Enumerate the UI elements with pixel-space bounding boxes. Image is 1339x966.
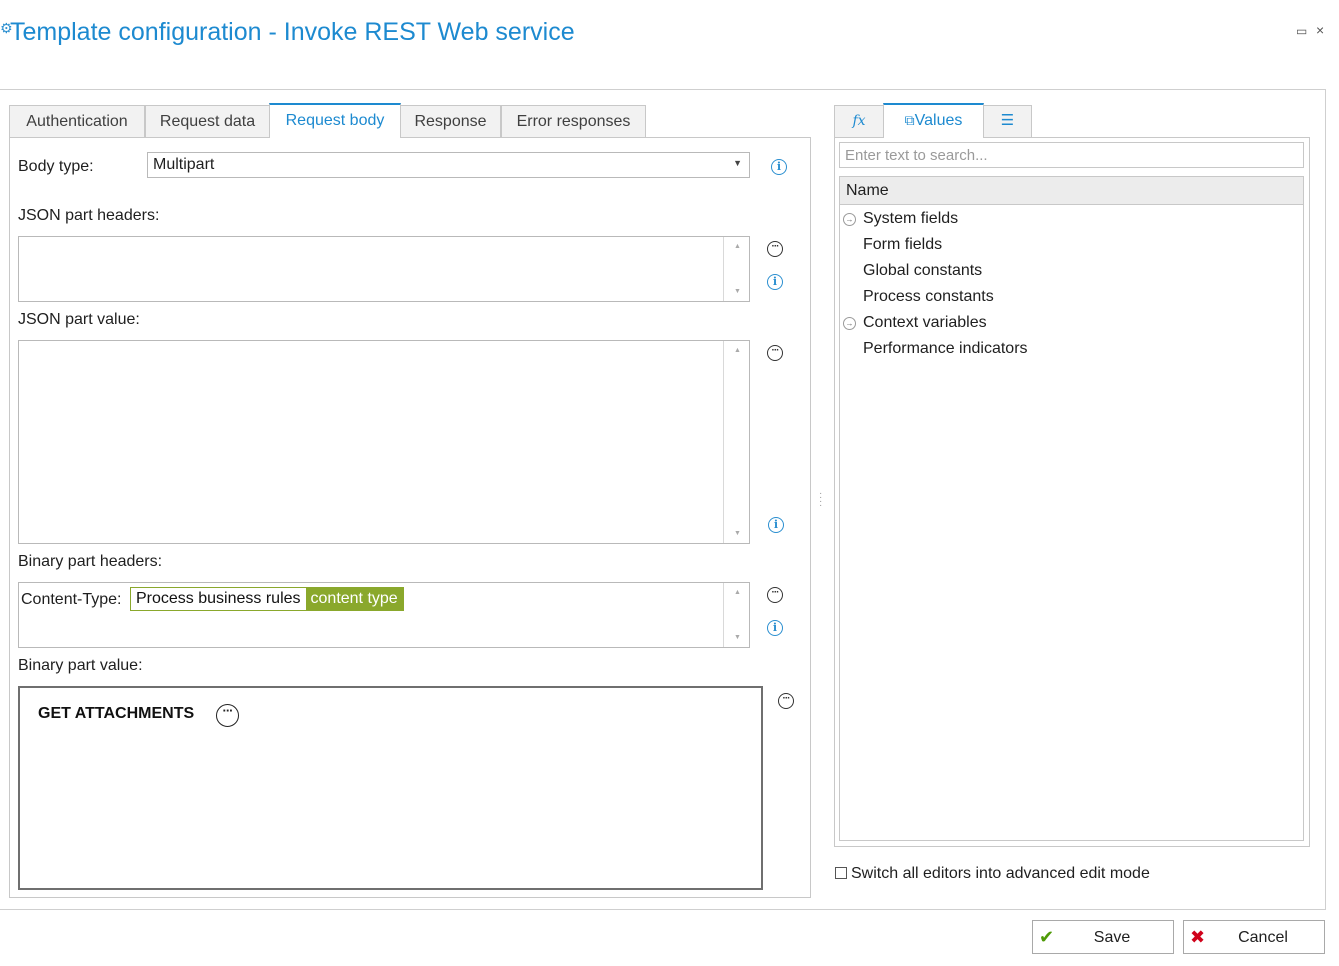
tree-item-context-variables[interactable]: Context variables [863,314,987,332]
more-options-icon[interactable]: ··· [767,587,783,603]
token-name: content type [305,588,403,610]
tree-item-global-constants[interactable]: Global constants [863,262,982,280]
tab-list[interactable]: ☰ [983,105,1032,137]
json-headers-label: JSON part headers: [18,207,160,224]
scroll-up-icon[interactable]: ▲ [734,589,741,596]
scroll-up-icon[interactable]: ▲ [734,243,741,250]
binary-headers-label: Binary part headers: [18,553,163,570]
cancel-button-label: Cancel [1238,929,1288,946]
scroll-down-icon[interactable]: ▼ [734,288,741,295]
scrollbar[interactable]: ▲ ▼ [723,341,749,543]
scrollbar[interactable]: ▲ ▼ [723,237,749,301]
info-icon[interactable]: i [771,159,787,175]
search-input[interactable] [839,142,1304,168]
advanced-mode-checkbox[interactable] [835,867,847,879]
panel-splitter[interactable]: · · · · [819,489,822,511]
json-value-input[interactable]: ▲ ▼ [18,340,750,544]
body-type-select[interactable]: Multipart ▼ [147,152,750,178]
advanced-mode-label[interactable]: Switch all editors into advanced edit mo… [851,865,1150,883]
tree-item-process-constants[interactable]: Process constants [863,288,994,306]
expand-icon[interactable]: → [843,213,856,226]
tab-response[interactable]: Response [400,105,501,137]
tab-error-responses[interactable]: Error responses [501,105,646,137]
function-icon: 𝑓x [852,113,866,129]
tab-functions[interactable]: 𝑓x [834,105,884,137]
token-source: Process business rules [131,588,306,610]
scroll-down-icon[interactable]: ▼ [734,634,741,641]
close-button[interactable]: × [1316,22,1324,38]
more-options-icon[interactable]: ··· [767,345,783,361]
info-icon[interactable]: i [768,517,784,533]
binary-value-label: Binary part value: [18,657,143,674]
app-icon: ⚙ [0,20,13,36]
function-options-icon[interactable]: ··· [216,704,239,727]
content-type-key: Content-Type: [21,591,122,608]
expand-icon[interactable]: → [843,317,856,330]
tree-item-performance-indicators[interactable]: Performance indicators [863,340,1028,358]
content-type-token[interactable]: Process business rules content type [130,587,404,611]
json-value-label: JSON part value: [18,311,140,328]
tree-item-form-fields[interactable]: Form fields [863,236,942,254]
info-icon[interactable]: i [767,274,783,290]
more-options-icon[interactable]: ··· [778,693,794,709]
scroll-up-icon[interactable]: ▲ [734,347,741,354]
scroll-down-icon[interactable]: ▼ [734,530,741,537]
cancel-button[interactable]: ✖ Cancel [1183,920,1325,954]
tab-authentication[interactable]: Authentication [9,105,145,137]
tab-values[interactable]: ⧉Values [883,103,984,138]
tree-item-system-fields[interactable]: System fields [863,210,958,228]
get-attachments-function[interactable]: GET ATTACHMENTS [38,705,194,723]
chevron-down-icon: ▼ [733,158,742,168]
tab-request-body[interactable]: Request body [269,103,401,138]
tab-request-data[interactable]: Request data [145,105,270,137]
body-type-label: Body type: [18,158,94,175]
save-button[interactable]: ✔ Save [1032,920,1174,954]
save-button-label: Save [1093,929,1131,946]
values-icon: ⧉ [904,112,915,128]
json-headers-input[interactable]: ▲ ▼ [18,236,750,302]
scrollbar[interactable]: ▲ ▼ [723,583,749,647]
tab-values-label: Values [914,112,963,129]
maximize-button[interactable]: ▭ [1296,24,1307,38]
info-icon[interactable]: i [767,620,783,636]
list-icon: ☰ [1000,112,1015,129]
more-options-icon[interactable]: ··· [767,241,783,257]
tree-header-name[interactable]: Name [840,177,1303,205]
window-title: Template configuration - Invoke REST Web… [10,18,575,46]
body-type-value: Multipart [153,156,215,173]
